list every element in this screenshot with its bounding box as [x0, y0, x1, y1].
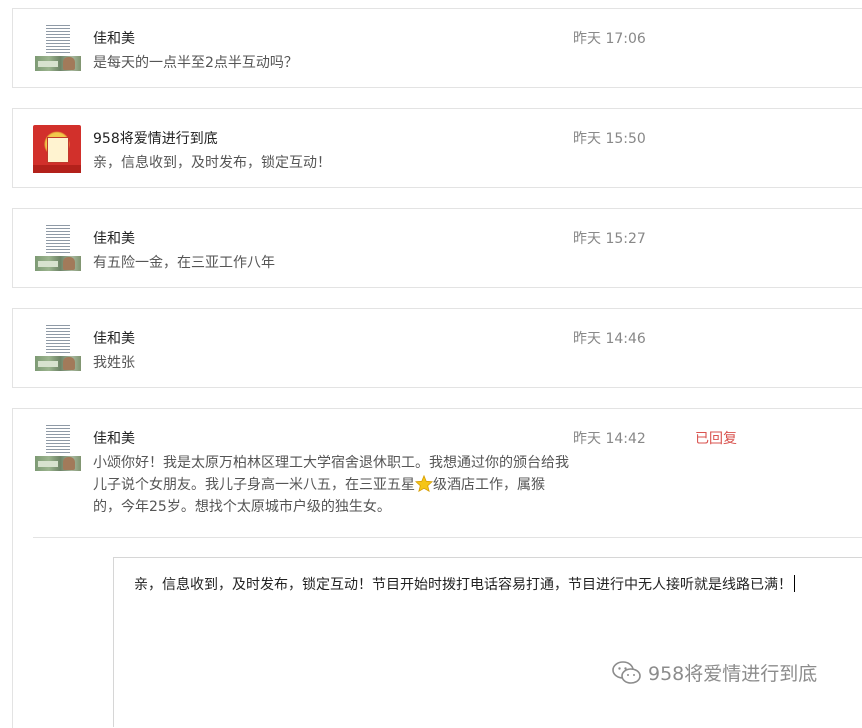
document-avatar-icon [35, 25, 81, 71]
document-avatar-icon [35, 425, 81, 471]
reply-textarea[interactable]: 亲，信息收到，及时发布，锁定互动！节目开始时拨打电话容易打通，节目进行中无人接听… [113, 557, 862, 727]
message-line: 的，今年25岁。想找个太原城市户级的独生女。 [93, 499, 391, 515]
message-time: 昨天 15:27 [573, 231, 646, 247]
replied-status: 已回复 [695, 431, 737, 447]
sender-name[interactable]: 佳和美 [93, 28, 135, 48]
message-time: 昨天 15:50 [573, 131, 646, 147]
message-text: 是每天的一点半至2点半互动吗？ [93, 55, 298, 71]
sender-name[interactable]: 佳和美 [93, 328, 135, 348]
red-poster-avatar-icon [33, 125, 81, 173]
avatar[interactable] [35, 25, 81, 71]
message-text: 我姓张 [93, 355, 135, 371]
message-text: 小颂你好！我是太原万柏林区理工大学宿舍退休职工。我想通过你的颁台给我 儿子说个女… [93, 452, 569, 518]
message-item[interactable]: 958将爱情进行到底 亲，信息收到，及时发布，锁定互动！ 昨天 15:50 [12, 108, 862, 188]
message-line: 小颂你好！我是太原万柏林区理工大学宿舍退休职工。我想通过你的颁台给我 [93, 455, 569, 471]
avatar[interactable] [35, 325, 81, 371]
text-cursor [794, 575, 795, 592]
message-time: 昨天 14:46 [573, 331, 646, 347]
sender-name[interactable]: 958将爱情进行到底 [93, 128, 218, 148]
watermark: 958将爱情进行到底 [612, 659, 817, 686]
document-avatar-icon [35, 325, 81, 371]
message-line: 儿子说个女朋友。我儿子身高一米八五，在三亚五星 级酒店工作，属猴 [93, 474, 545, 493]
message-text: 亲，信息收到，及时发布，锁定互动！ [93, 155, 331, 171]
sender-name[interactable]: 佳和美 [93, 228, 135, 248]
message-item[interactable]: 佳和美 有五险一金，在三亚工作八年 昨天 15:27 [12, 208, 862, 288]
wechat-icon [612, 660, 641, 684]
document-avatar-icon [35, 225, 81, 271]
star-icon [414, 474, 434, 493]
message-item[interactable]: 佳和美 我姓张 昨天 14:46 [12, 308, 862, 388]
message-item[interactable]: 佳和美 是每天的一点半至2点半互动吗？ 昨天 17:06 [12, 8, 862, 88]
divider [33, 537, 862, 538]
message-time: 昨天 14:42 [573, 431, 646, 447]
message-time: 昨天 17:06 [573, 31, 646, 47]
reply-text: 亲，信息收到，及时发布，锁定互动！节目开始时拨打电话容易打通，节目进行中无人接听… [134, 574, 795, 594]
sender-name[interactable]: 佳和美 [93, 428, 135, 448]
avatar[interactable] [33, 125, 81, 173]
watermark-text: 958将爱情进行到底 [648, 663, 818, 685]
avatar[interactable] [35, 425, 81, 471]
avatar[interactable] [35, 225, 81, 271]
message-text: 有五险一金，在三亚工作八年 [93, 255, 275, 271]
